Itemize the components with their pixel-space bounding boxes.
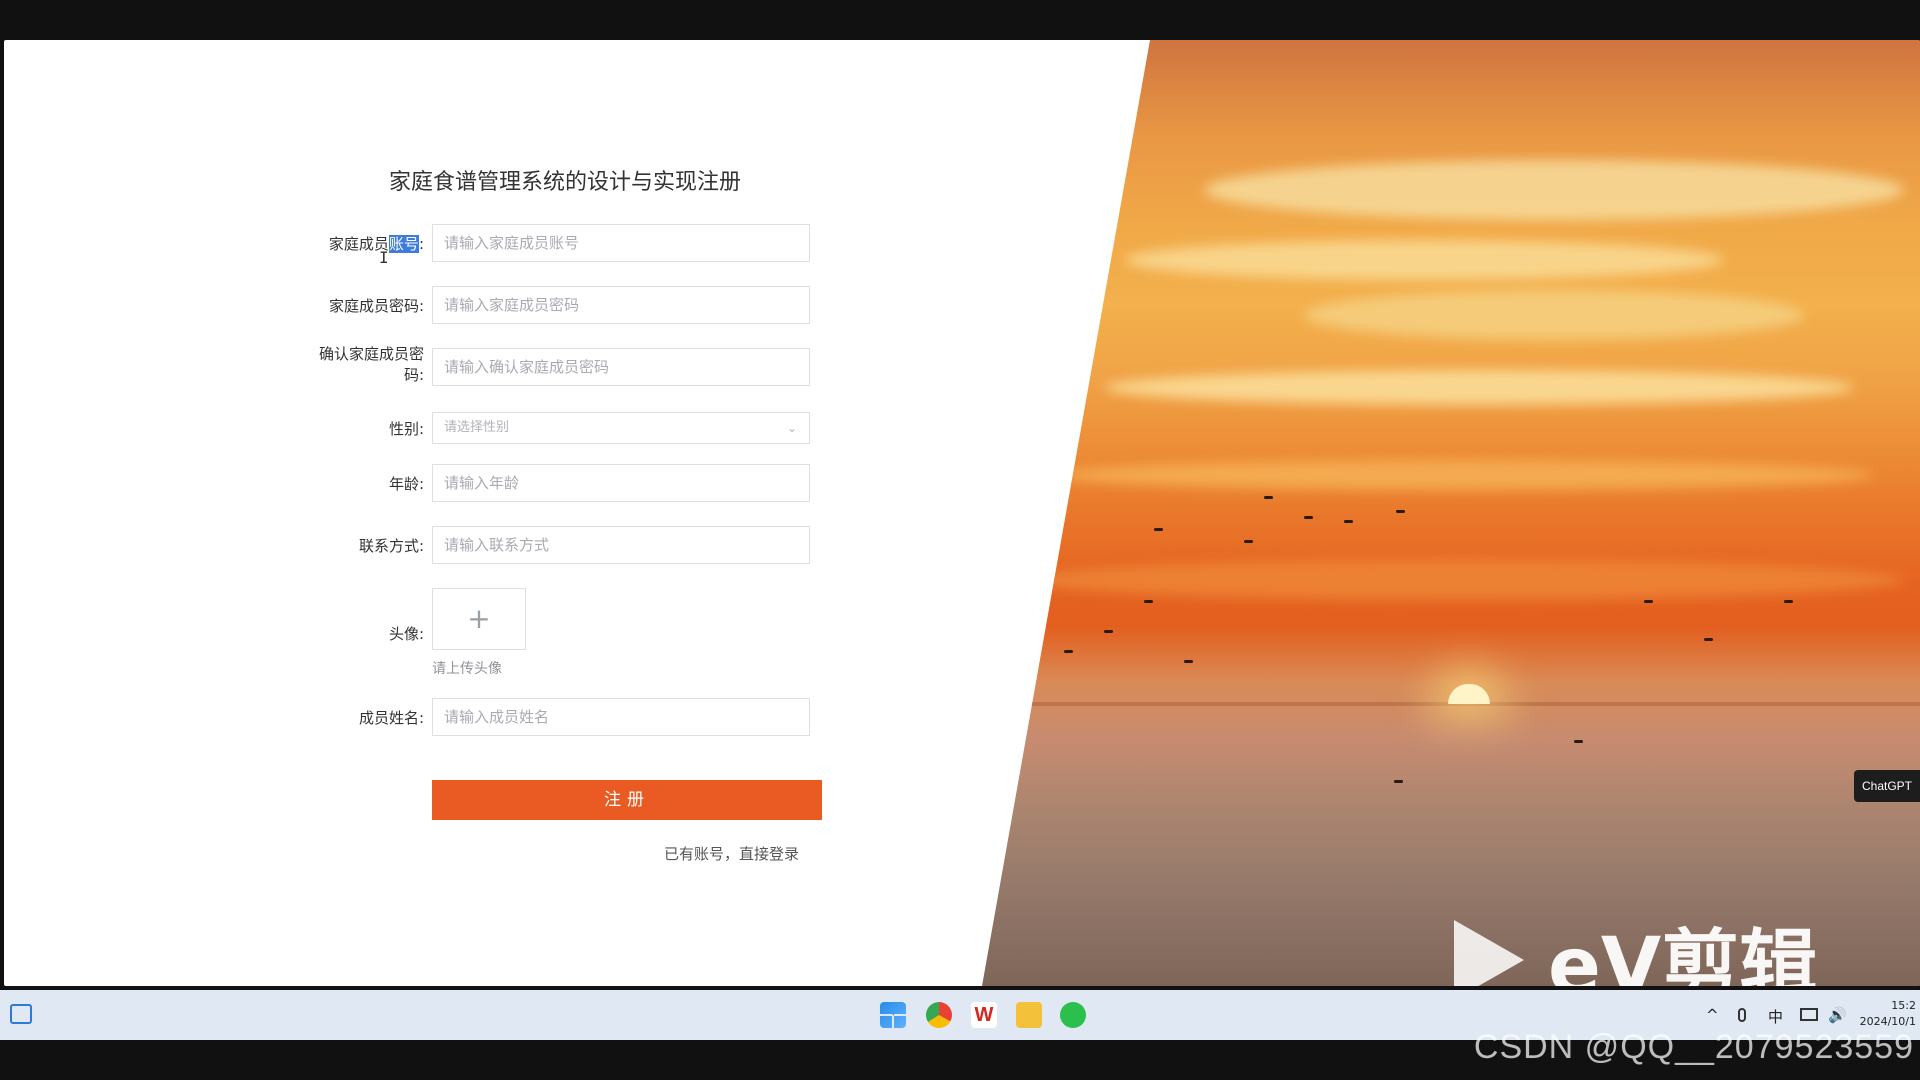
account-input[interactable]: 请输入家庭成员账号 — [432, 224, 810, 262]
contact-row: 联系方式: 请输入联系方式 — [4, 526, 904, 566]
confirm-password-label: 确认家庭成员密 码: — [318, 345, 424, 384]
screen-top-bar — [0, 0, 1920, 32]
name-row: 成员姓名: 请输入成员姓名 — [4, 698, 904, 738]
chrome-icon[interactable] — [926, 1002, 952, 1028]
age-row: 年龄: 请输入年龄 — [4, 464, 904, 504]
bird — [1184, 660, 1193, 663]
chevron-down-icon: ⌄ — [786, 421, 797, 435]
bird — [1064, 650, 1073, 653]
bird — [1394, 780, 1403, 783]
bird — [1104, 630, 1113, 633]
gender-select[interactable]: 请选择性别 ⌄ — [432, 412, 810, 444]
ev-editor-watermark: eV剪辑 — [1454, 900, 1817, 986]
network-icon[interactable] — [1800, 1008, 1818, 1021]
cloud — [1054, 460, 1874, 490]
text-cursor-icon: I — [379, 248, 389, 267]
wps-icon[interactable]: W — [971, 1002, 997, 1028]
sunset-background — [982, 40, 1920, 986]
name-input[interactable]: 请输入成员姓名 — [432, 698, 810, 736]
bird — [1154, 528, 1163, 531]
avatar-label: 头像: — [388, 625, 424, 643]
bird — [1574, 740, 1583, 743]
bird — [1644, 600, 1653, 603]
login-link[interactable]: 已有账号，直接登录 — [664, 843, 799, 864]
register-button[interactable]: 注册 — [432, 780, 822, 820]
age-input[interactable]: 请输入年龄 — [432, 464, 810, 502]
cloud — [1204, 160, 1904, 220]
file-explorer-icon[interactable] — [1016, 1002, 1042, 1028]
avatar-upload-button[interactable]: + — [432, 588, 526, 650]
confirm-password-input[interactable]: 请输入确认家庭成员密码 — [432, 348, 810, 386]
gender-label: 性别: — [388, 420, 424, 438]
system-clock[interactable]: 15:2 2024/10/1 — [1860, 998, 1916, 1030]
bird — [1396, 510, 1405, 513]
cloud — [1124, 240, 1724, 280]
cloud — [1304, 290, 1804, 340]
contact-label: 联系方式: — [358, 537, 424, 555]
cloud — [1104, 370, 1854, 405]
age-label: 年龄: — [388, 475, 424, 493]
contact-input[interactable]: 请输入联系方式 — [432, 526, 810, 564]
wechat-icon[interactable] — [1060, 1002, 1086, 1028]
gender-placeholder: 请选择性别 — [444, 420, 510, 435]
bird — [1144, 600, 1153, 603]
bird — [1264, 496, 1273, 499]
chatgpt-side-tab[interactable]: ChatGPT — [1853, 770, 1920, 802]
microphone-icon[interactable] — [1738, 1008, 1746, 1022]
windows-start-icon[interactable] — [880, 1002, 906, 1028]
ime-indicator[interactable]: 中 — [1768, 1006, 1783, 1027]
clock-time: 15:2 — [1891, 999, 1916, 1012]
account-label: 家庭成员账号: — [328, 235, 424, 253]
avatar-upload-hint: 请上传头像 — [432, 661, 502, 677]
sun — [1448, 684, 1490, 704]
bird — [1344, 520, 1353, 523]
volume-icon[interactable]: 🔊 — [1828, 1006, 1847, 1024]
csdn-watermark: CSDN @QQ__2079523559 — [1473, 1028, 1914, 1066]
password-input[interactable]: 请输入家庭成员密码 — [432, 286, 810, 324]
bird — [1304, 516, 1313, 519]
browser-window: eV剪辑 ChatGPT 家庭食谱管理系统的设计与实现注册 家庭成员账号: 请输… — [4, 40, 1920, 986]
password-row: 家庭成员密码: 请输入家庭成员密码 — [4, 286, 904, 326]
bird — [1704, 638, 1713, 641]
play-icon — [1454, 920, 1524, 986]
page-title: 家庭食谱管理系统的设计与实现注册 — [389, 170, 742, 195]
show-hidden-icons-chevron[interactable]: ^ — [1706, 1006, 1719, 1024]
gender-row: 性别: 请选择性别 ⌄ — [4, 409, 904, 449]
avatar-row: 头像: + 请上传头像 — [4, 588, 904, 688]
bird — [1784, 600, 1793, 603]
task-view-icon[interactable] — [10, 1004, 32, 1024]
account-row: 家庭成员账号: 请输入家庭成员账号 — [4, 224, 904, 264]
name-label: 成员姓名: — [358, 709, 424, 727]
password-label: 家庭成员密码: — [328, 297, 424, 315]
cloud — [1024, 560, 1904, 600]
confirm-password-row: 确认家庭成员密 码: 请输入确认家庭成员密码 — [4, 345, 904, 388]
bird — [1244, 540, 1253, 543]
selected-text: 账号 — [388, 235, 419, 253]
ev-watermark-text: eV剪辑 — [1548, 922, 1818, 986]
